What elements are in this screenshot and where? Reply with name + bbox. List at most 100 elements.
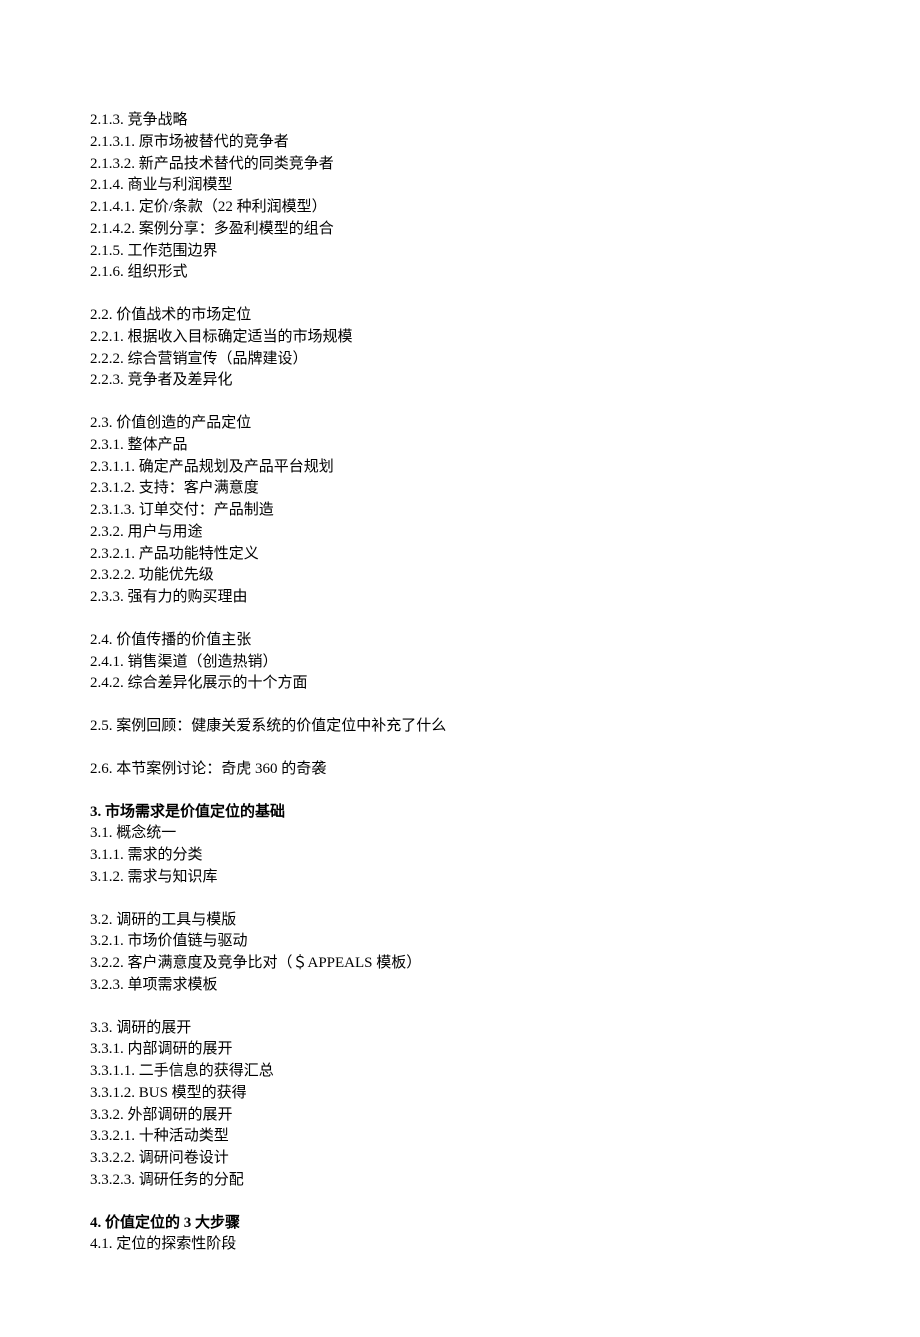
outline-group: 4. 价值定位的 3 大步骤 4.1. 定位的探索性阶段	[90, 1213, 830, 1257]
outline-text: 调研问卷设计	[139, 1150, 229, 1166]
outline-text: 价值创造的产品定位	[116, 415, 251, 431]
outline-item: 2.1.4.1. 定价/条款（22 种利润模型）	[90, 197, 830, 219]
outline-item: 2.1.3. 竞争战略	[90, 110, 830, 132]
document-page: 2.1.3. 竞争战略2.1.3.1. 原市场被替代的竞争者2.1.3.2. 新…	[0, 0, 920, 1337]
outline-number: 3.3.1.2.	[90, 1085, 135, 1101]
outline-number: 2.3.1.2.	[90, 480, 135, 496]
outline-text: 需求的分类	[128, 847, 203, 863]
outline-number: 2.1.3.2.	[90, 156, 135, 172]
outline-text: 价值传播的价值主张	[116, 632, 251, 648]
outline-item: 2.3.1.2. 支持：客户满意度	[90, 478, 830, 500]
outline-group: 2.5. 案例回顾：健康关爱系统的价值定位中补充了什么	[90, 716, 830, 738]
outline-number: 3.3.2.2.	[90, 1150, 135, 1166]
outline-item: 2.3.2.2. 功能优先级	[90, 565, 830, 587]
outline-text: 案例回顾：健康关爱系统的价值定位中补充了什么	[116, 718, 446, 734]
outline-text: 单项需求模板	[128, 977, 218, 993]
outline-item: 3.1. 概念统一	[90, 823, 830, 845]
outline-number: 2.2.	[90, 307, 113, 323]
outline-number: 3.2.3.	[90, 977, 124, 993]
outline-text: 确定产品规划及产品平台规划	[139, 459, 334, 475]
outline-number: 2.1.4.	[90, 177, 124, 193]
outline-text: 综合营销宣传（品牌建设）	[128, 351, 308, 367]
outline-number: 3.2.2.	[90, 955, 124, 971]
outline-group: 3.2. 调研的工具与模版3.2.1. 市场价值链与驱动3.2.2. 客户满意度…	[90, 910, 830, 997]
outline-number: 2.3.1.	[90, 437, 124, 453]
outline-text: 市场价值链与驱动	[128, 933, 248, 949]
outline-item: 2.1.3.2. 新产品技术替代的同类竞争者	[90, 154, 830, 176]
outline-number: 2.2.1.	[90, 329, 124, 345]
outline-item: 3.1.1. 需求的分类	[90, 845, 830, 867]
outline-number: 2.3.2.2.	[90, 567, 135, 583]
outline-item: 3.3.2. 外部调研的展开	[90, 1105, 830, 1127]
outline-number: 3.3.2.	[90, 1107, 124, 1123]
outline-number: 3.1.1.	[90, 847, 124, 863]
outline-number: 3.1.2.	[90, 869, 124, 885]
outline-text: 销售渠道（创造热销）	[128, 654, 278, 670]
outline-text: 综合差异化展示的十个方面	[128, 675, 308, 691]
outline-item: 2.2.1. 根据收入目标确定适当的市场规模	[90, 327, 830, 349]
outline-number: 2.1.6.	[90, 264, 124, 280]
outline-item: 3.2. 调研的工具与模版	[90, 910, 830, 932]
outline-text: 本节案例讨论：奇虎 360 的奇袭	[116, 761, 326, 777]
outline-item: 3.2.2. 客户满意度及竞争比对（＄APPEALS 模板）	[90, 953, 830, 975]
outline-number: 2.4.1.	[90, 654, 124, 670]
outline-number: 2.2.3.	[90, 372, 124, 388]
outline-item: 3.3. 调研的展开	[90, 1018, 830, 1040]
outline-group: 2.3. 价值创造的产品定位2.3.1. 整体产品2.3.1.1. 确定产品规划…	[90, 413, 830, 609]
outline-number: 2.1.5.	[90, 243, 124, 259]
outline-group: 3.3. 调研的展开3.3.1. 内部调研的展开3.3.1.1. 二手信息的获得…	[90, 1018, 830, 1192]
outline-heading: 3. 市场需求是价值定位的基础	[90, 802, 830, 824]
outline-text: 竞争者及差异化	[128, 372, 233, 388]
outline-item: 2.3.1.1. 确定产品规划及产品平台规划	[90, 457, 830, 479]
outline-text: 价值定位的 3 大步骤	[105, 1215, 240, 1231]
outline-number: 2.2.2.	[90, 351, 124, 367]
outline-item: 2.2.3. 竞争者及差异化	[90, 370, 830, 392]
outline-item: 2.4.2. 综合差异化展示的十个方面	[90, 673, 830, 695]
outline-item: 2.1.6. 组织形式	[90, 262, 830, 284]
outline-number: 4.	[90, 1215, 101, 1231]
outline-group: 3. 市场需求是价值定位的基础3.1. 概念统一3.1.1. 需求的分类3.1.…	[90, 802, 830, 889]
outline-number: 2.4.	[90, 632, 113, 648]
outline-item: 2.3.1.3. 订单交付：产品制造	[90, 500, 830, 522]
outline-text: 新产品技术替代的同类竞争者	[139, 156, 334, 172]
outline-text: 定价/条款（22 种利润模型）	[139, 199, 327, 215]
outline-number: 2.3.1.1.	[90, 459, 135, 475]
outline-number: 2.5.	[90, 718, 113, 734]
outline-item: 2.1.4.2. 案例分享：多盈利模型的组合	[90, 219, 830, 241]
outline-number: 2.3.2.	[90, 524, 124, 540]
outline-item: 3.2.1. 市场价值链与驱动	[90, 931, 830, 953]
outline-text: 内部调研的展开	[128, 1041, 233, 1057]
outline-number: 3.1.	[90, 825, 113, 841]
outline-item: 3.3.2.2. 调研问卷设计	[90, 1148, 830, 1170]
outline-text: 十种活动类型	[139, 1128, 229, 1144]
outline-item: 3.3.1. 内部调研的展开	[90, 1039, 830, 1061]
outline-text: 竞争战略	[128, 112, 188, 128]
outline-item: 3.2.3. 单项需求模板	[90, 975, 830, 997]
outline-item: 3.3.1.1. 二手信息的获得汇总	[90, 1061, 830, 1083]
outline-text: 调研的工具与模版	[116, 912, 236, 928]
outline-item: 2.2.2. 综合营销宣传（品牌建设）	[90, 349, 830, 371]
outline-item: 4.1. 定位的探索性阶段	[90, 1234, 830, 1256]
outline-group: 2.4. 价值传播的价值主张2.4.1. 销售渠道（创造热销）2.4.2. 综合…	[90, 630, 830, 695]
outline-number: 3.3.2.3.	[90, 1172, 135, 1188]
outline-text: 二手信息的获得汇总	[139, 1063, 274, 1079]
outline-item: 3.3.1.2. BUS 模型的获得	[90, 1083, 830, 1105]
outline-text: 调研任务的分配	[139, 1172, 244, 1188]
outline-group: 2.6. 本节案例讨论：奇虎 360 的奇袭	[90, 759, 830, 781]
outline-number: 3.3.1.	[90, 1041, 124, 1057]
outline-text: 市场需求是价值定位的基础	[105, 804, 285, 820]
outline-item: 3.3.2.3. 调研任务的分配	[90, 1170, 830, 1192]
outline-number: 2.4.2.	[90, 675, 124, 691]
outline-number: 2.1.4.2.	[90, 221, 135, 237]
outline-number: 2.3.3.	[90, 589, 124, 605]
outline-number: 2.6.	[90, 761, 113, 777]
outline-number: 2.1.4.1.	[90, 199, 135, 215]
outline-number: 4.1.	[90, 1236, 113, 1252]
outline-number: 3.3.1.1.	[90, 1063, 135, 1079]
outline-group: 2.1.3. 竞争战略2.1.3.1. 原市场被替代的竞争者2.1.3.2. 新…	[90, 110, 830, 284]
outline-number: 3.	[90, 804, 101, 820]
outline-text: 用户与用途	[128, 524, 203, 540]
outline-text: 商业与利润模型	[128, 177, 233, 193]
outline-text: 价值战术的市场定位	[116, 307, 251, 323]
outline-text: 工作范围边界	[128, 243, 218, 259]
